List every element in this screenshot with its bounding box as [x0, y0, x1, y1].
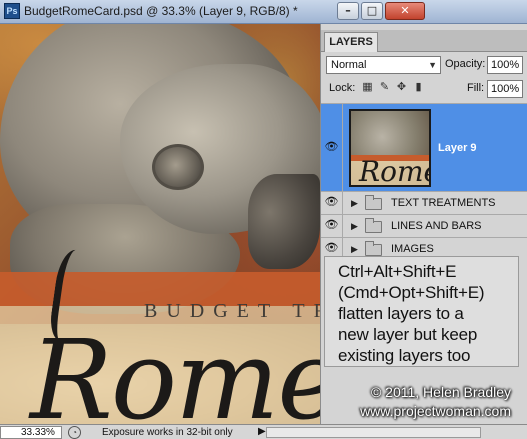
layer-row-text-treatments[interactable]: 👁 ▶ TEXT TREATMENTS	[321, 191, 527, 214]
minimize-button[interactable]: –	[337, 2, 359, 20]
folder-icon	[365, 218, 382, 233]
status-bar: 33.33% ◔ Exposure works in 32-bit only ▶	[0, 424, 527, 439]
status-info-text: Exposure works in 32-bit only	[102, 427, 233, 438]
fountain-dolphin-eye	[152, 144, 204, 190]
layer-row-lines-and-bars[interactable]: 👁 ▶ LINES AND BARS	[321, 214, 527, 237]
copyright-watermark: © 2011, Helen Bradley	[370, 384, 511, 400]
visibility-eye-icon[interactable]: 👁	[321, 192, 343, 214]
lock-label: Lock:	[329, 82, 356, 94]
photoshop-app-icon: Ps	[4, 3, 20, 19]
visibility-eye-icon[interactable]: 👁	[321, 215, 343, 237]
document-title-bar[interactable]: Ps BudgetRomeCard.psd @ 33.3% (Layer 9, …	[0, 0, 527, 24]
group-name: IMAGES	[391, 243, 434, 255]
opacity-field[interactable]: 100%	[487, 56, 523, 74]
expand-triangle-icon[interactable]: ▶	[351, 221, 358, 232]
lock-image-pixels-icon[interactable]: ✎	[378, 81, 391, 94]
group-name: TEXT TREATMENTS	[391, 197, 496, 209]
group-name: LINES AND BARS	[391, 220, 482, 232]
callout-line: existing layers too	[338, 346, 471, 365]
rome-script-text: Rome	[30, 316, 320, 424]
fountain-dolphin-mouth	[248, 174, 320, 269]
opacity-label: Opacity:	[445, 58, 486, 70]
shortcut-callout: Ctrl+Alt+Shift+E (Cmd+Opt+Shift+E) flatt…	[324, 256, 519, 367]
close-button[interactable]: ✕	[385, 2, 425, 20]
close-icon: ✕	[400, 4, 410, 17]
document-title: BudgetRomeCard.psd @ 33.3% (Layer 9, RGB…	[24, 4, 298, 18]
horizontal-scrollbar[interactable]	[266, 427, 481, 438]
zoom-level-field[interactable]: 33.33%	[0, 426, 62, 439]
lock-all-icon[interactable]: ▮	[412, 81, 425, 94]
status-menu-arrow-icon[interactable]: ▶	[258, 426, 266, 437]
fill-field[interactable]: 100%	[487, 80, 523, 98]
expand-triangle-icon[interactable]: ▶	[351, 244, 358, 255]
maximize-button[interactable]: □	[361, 2, 383, 20]
expand-triangle-icon[interactable]: ▶	[351, 198, 358, 209]
url-watermark: www.projectwoman.com	[360, 403, 511, 419]
folder-icon	[365, 241, 382, 256]
blend-mode-select[interactable]: Normal ▼	[326, 56, 441, 74]
chevron-down-icon: ▼	[428, 60, 437, 70]
maximize-icon: □	[366, 4, 378, 17]
blend-mode-value: Normal	[331, 59, 367, 71]
layer-row-layer-9[interactable]: 👁 Rome Layer 9	[321, 103, 527, 191]
minimize-icon: –	[345, 4, 351, 17]
layer-thumbnail: Rome	[349, 109, 431, 187]
layer-name: Layer 9	[438, 142, 477, 154]
fill-label: Fill:	[467, 82, 485, 94]
folder-icon	[365, 195, 382, 210]
lock-fill-row: Lock: ▦ ✎ ✥ ▮ Fill: 100%	[321, 77, 527, 101]
visibility-eye-icon[interactable]: 👁	[321, 104, 343, 191]
callout-line: (Cmd+Opt+Shift+E)	[338, 283, 485, 302]
lock-position-icon[interactable]: ✥	[395, 81, 408, 94]
blend-opacity-row: Normal ▼ Opacity: 100%	[321, 53, 527, 77]
thumbnail-rome-text: Rome	[359, 155, 429, 187]
lock-transparent-pixels-icon[interactable]: ▦	[361, 81, 374, 94]
callout-line: Ctrl+Alt+Shift+E	[338, 262, 457, 281]
panel-tab-bar: LAYERS	[321, 30, 527, 52]
status-info-icon[interactable]: ◔	[68, 426, 81, 439]
callout-line: new layer but keep	[338, 325, 478, 344]
tab-layers[interactable]: LAYERS	[324, 32, 378, 52]
callout-line: flatten layers to a	[338, 304, 464, 323]
document-canvas[interactable]: BUDGET TR Rome	[0, 24, 320, 424]
